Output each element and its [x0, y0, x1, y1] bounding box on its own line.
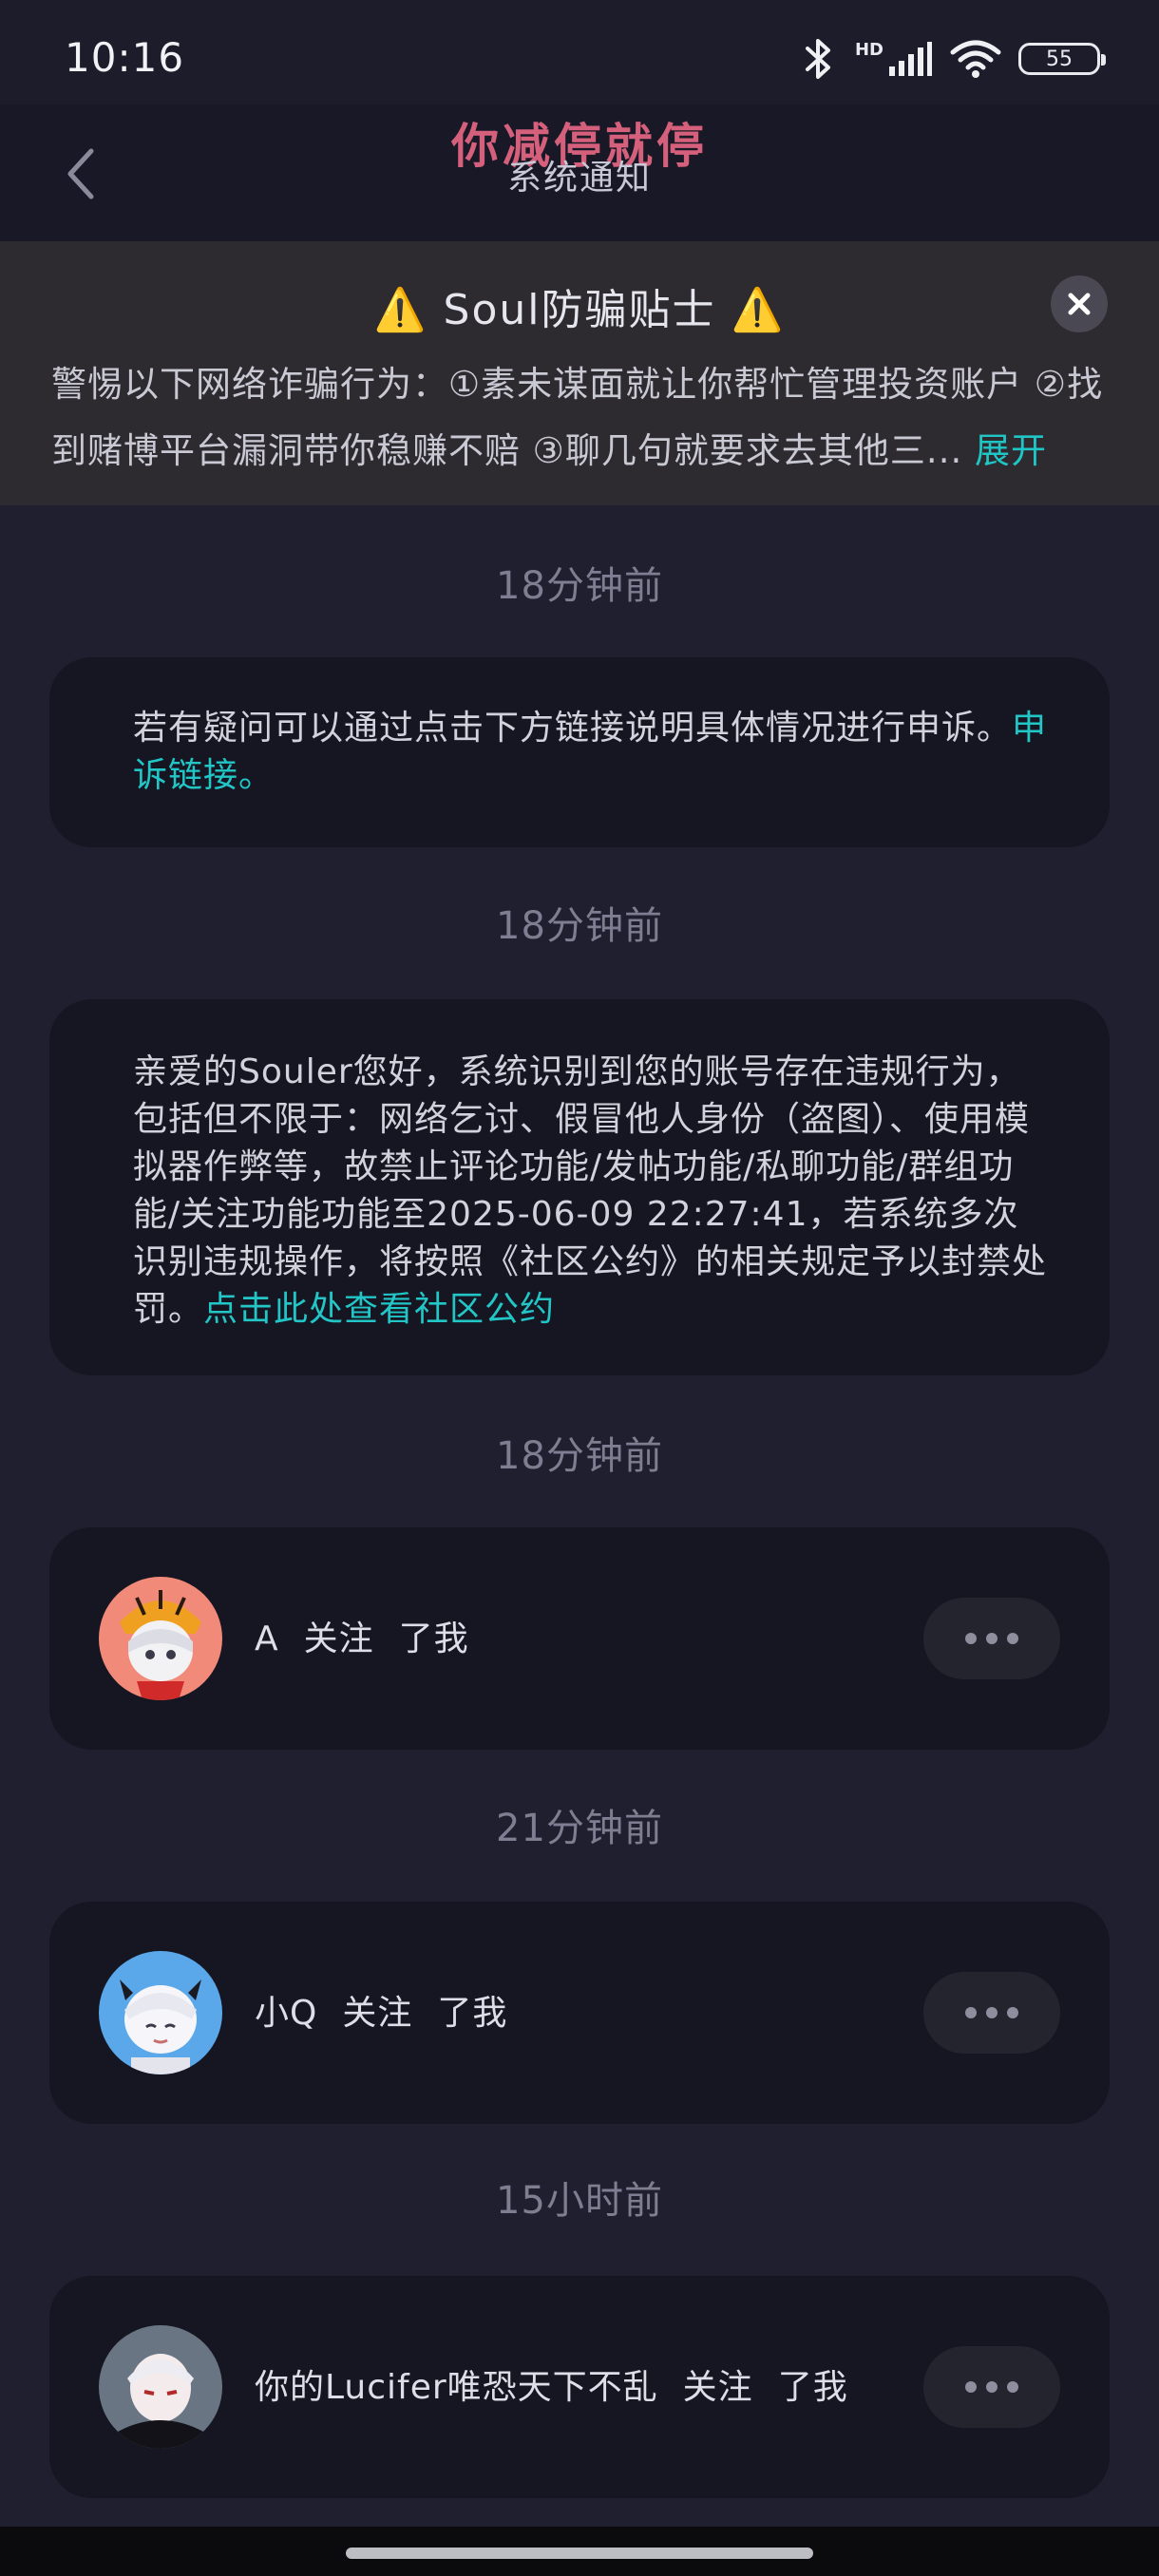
message-text: 若有疑问可以通过点击下方链接说明具体情况进行申诉。申诉链接。 — [133, 705, 1053, 800]
system-message-card: 亲爱的Souler您好，系统识别到您的账号存在违规行为，包括但不限于：网络乞讨、… — [49, 999, 1110, 1375]
more-options-button[interactable] — [923, 1598, 1060, 1679]
follow-action: 关注 — [342, 1994, 413, 2033]
wifi-icon — [950, 40, 1001, 78]
battery-level: 55 — [1046, 47, 1073, 71]
avatar[interactable] — [99, 1951, 222, 2074]
bluetooth-icon — [805, 39, 830, 79]
message-timestamp: 21分钟前 — [496, 1807, 663, 1850]
message-text: 亲爱的Souler您好，系统识别到您的账号存在违规行为，包括但不限于：网络乞讨、… — [133, 1049, 1053, 1334]
follow-text: 你的Lucifer唯恐天下不乱 关注 了我 — [255, 2359, 848, 2409]
message-body: 亲爱的Souler您好，系统识别到您的账号存在违规行为，包括但不限于：网络乞讨、… — [133, 1052, 1048, 1329]
follower-name[interactable]: 你的Lucifer唯恐天下不乱 — [255, 2368, 658, 2407]
follower-name[interactable]: 小Q — [255, 1994, 317, 2033]
follower-name[interactable]: A — [255, 1619, 279, 1658]
message-timestamp: 18分钟前 — [496, 564, 663, 608]
home-indicator[interactable] — [346, 2548, 813, 2559]
header: 你减停就停 系统通知 — [0, 104, 1159, 241]
battery-indicator: 55 — [1018, 43, 1106, 75]
warning-icon: ⚠️ — [373, 286, 428, 334]
follow-object: 了我 — [777, 2368, 848, 2407]
hd-label: HD — [854, 39, 884, 60]
status-bar: 10:16 HD 55 — [0, 0, 1159, 104]
gesture-bar — [0, 2527, 1159, 2576]
notice-body: 警惕以下网络诈骗行为：①素未谋面就让你帮忙管理投资账户 ②找到赌博平台漏洞带你稳… — [51, 351, 1112, 484]
message-timestamp: 18分钟前 — [496, 1434, 663, 1478]
status-icons: HD 55 — [800, 32, 1106, 85]
more-icon — [965, 1633, 1018, 1644]
page-title: 系统通知 — [506, 159, 652, 198]
message-timestamp: 18分钟前 — [496, 904, 663, 948]
warning-icon: ⚠️ — [731, 286, 786, 334]
follow-text: A 关注 了我 — [255, 1611, 469, 1660]
follow-notification-card[interactable]: 小Q 关注 了我 — [49, 1902, 1110, 2124]
close-icon — [1068, 293, 1091, 315]
follow-object: 了我 — [437, 1994, 508, 2033]
community-rules-link[interactable]: 点击此处查看社区公约 — [203, 1290, 555, 1329]
avatar[interactable] — [99, 2325, 222, 2449]
status-time: 10:16 — [65, 34, 185, 81]
follow-object: 了我 — [398, 1619, 469, 1658]
message-timestamp: 15小时前 — [496, 2179, 663, 2223]
notice-body-text: 警惕以下网络诈骗行为：①素未谋面就让你帮忙管理投资账户 ②找到赌博平台漏洞带你稳… — [51, 364, 1104, 471]
follow-notification-card[interactable]: 你的Lucifer唯恐天下不乱 关注 了我 — [49, 2276, 1110, 2498]
follow-notification-card[interactable]: A 关注 了我 — [49, 1527, 1110, 1750]
signal-icon — [889, 42, 932, 76]
more-icon — [965, 2381, 1018, 2393]
notice-expand-link[interactable]: 展开 — [975, 430, 1047, 471]
anti-fraud-notice: ⚠️ Soul防骗贴士 ⚠️ 警惕以下网络诈骗行为：①素未谋面就让你帮忙管理投资… — [0, 241, 1159, 505]
notice-title-text: Soul防骗贴士 — [443, 286, 716, 334]
avatar[interactable] — [99, 1577, 222, 1700]
system-message-card: 若有疑问可以通过点击下方链接说明具体情况进行申诉。申诉链接。 — [49, 657, 1110, 847]
more-options-button[interactable] — [923, 2346, 1060, 2428]
more-icon — [965, 2007, 1018, 2018]
follow-action: 关注 — [682, 2368, 753, 2407]
notice-close-button[interactable] — [1051, 275, 1108, 332]
message-body: 若有疑问可以通过点击下方链接说明具体情况进行申诉。 — [133, 709, 1013, 748]
follow-text: 小Q 关注 了我 — [255, 1985, 507, 2035]
notice-title: ⚠️ Soul防骗贴士 ⚠️ — [0, 275, 1159, 336]
more-options-button[interactable] — [923, 1972, 1060, 2054]
follow-action: 关注 — [303, 1619, 374, 1658]
